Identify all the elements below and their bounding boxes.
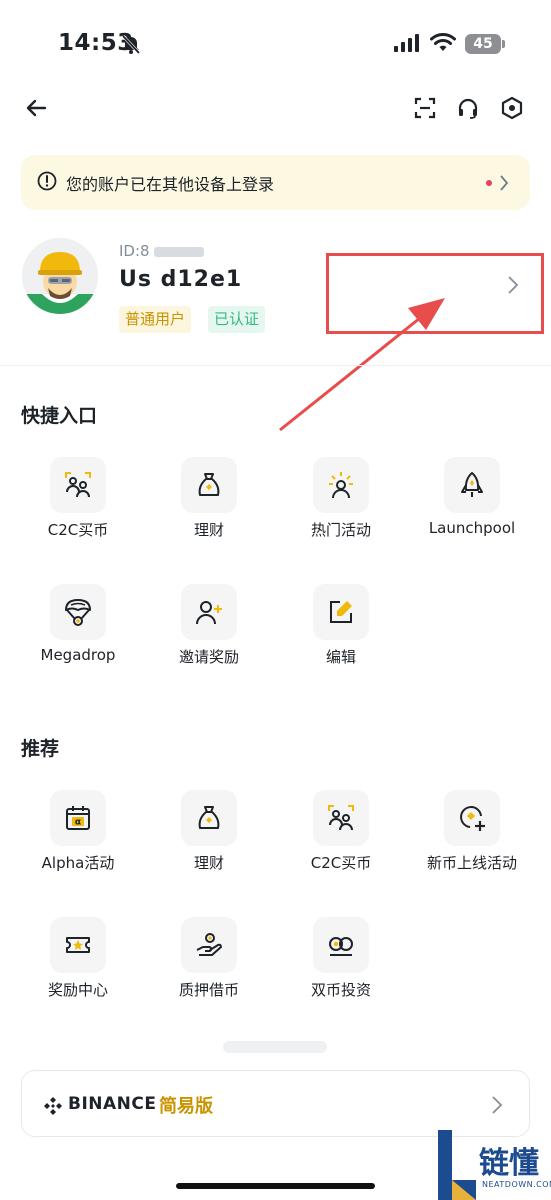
icon-container [313, 917, 369, 973]
bell-muted-icon [121, 34, 141, 55]
icon-container [181, 457, 237, 513]
item-label: 质押借币 [178, 981, 239, 999]
top-nav [0, 88, 551, 128]
parachute-icon [65, 599, 91, 626]
recommend-item-c2c[interactable]: C2C买币 [275, 790, 407, 900]
quick-access-title: 快捷入口 [21, 405, 98, 427]
money-bag-icon [198, 806, 220, 829]
simple-mode-card[interactable]: BINANCE 简易版 [21, 1070, 530, 1137]
scan-button[interactable] [407, 88, 443, 128]
rocket-icon [461, 472, 483, 497]
unread-dot [486, 180, 492, 186]
user-id-redacted [153, 246, 204, 257]
add-user-icon [196, 601, 222, 625]
quick-item-hot-activity[interactable]: 热门活动 [275, 457, 407, 567]
icon-container [50, 917, 106, 973]
headset-icon [458, 98, 478, 119]
username: Us d12e1 [119, 267, 243, 292]
item-label: 奖励中心 [47, 981, 108, 999]
status-bar: 14:53 45 [0, 0, 551, 90]
icon-container [181, 917, 237, 973]
watermark-text: 链懂 [479, 1146, 539, 1181]
avatar [22, 238, 98, 314]
quick-item-earn[interactable]: 理财 [143, 457, 275, 567]
settings-button[interactable] [494, 88, 530, 128]
dual-coin-icon [329, 937, 353, 956]
c2c-people-icon [328, 805, 354, 831]
quick-item-megadrop[interactable]: Megadrop [12, 584, 144, 694]
recommend-item-new-listing[interactable]: 新币上线活动 [406, 790, 538, 900]
simple-mode-label: 简易版 [159, 1096, 213, 1117]
item-label: C2C买币 [310, 854, 372, 872]
icon-container [313, 790, 369, 846]
support-button[interactable] [450, 88, 486, 128]
cellular-signal-icon [394, 34, 419, 52]
icon-container: α [50, 790, 106, 846]
quick-item-c2c[interactable]: C2C买币 [12, 457, 144, 567]
login-notice-banner[interactable]: 您的账户已在其他设备上登录 [21, 155, 530, 210]
user-id: ID:8 [119, 242, 204, 260]
recommend-item-loans[interactable]: 质押借币 [143, 917, 275, 1027]
item-label: Launchpool [428, 519, 516, 537]
icon-container [313, 584, 369, 640]
quick-item-launchpool[interactable]: Launchpool [406, 457, 538, 567]
battery-indicator: 45 [465, 34, 501, 54]
hot-activity-icon [329, 472, 353, 499]
icon-container [181, 790, 237, 846]
item-label: 编辑 [325, 648, 356, 666]
c2c-people-icon [65, 472, 91, 498]
new-coin-icon [460, 806, 485, 831]
section-divider [0, 365, 551, 366]
ticket-star-icon [66, 937, 90, 953]
user-level-badge: 普通用户 [119, 306, 192, 333]
money-bag-icon [198, 473, 220, 496]
item-label: 理财 [193, 854, 224, 872]
brand-name: BINANCE [68, 1094, 157, 1114]
watermark-subtext: NEATDOWN.COM [482, 1180, 551, 1189]
chevron-right-icon [500, 175, 509, 191]
icon-container [444, 790, 500, 846]
recommend-item-dual-investment[interactable]: 双币投资 [275, 917, 407, 1027]
recommend-item-alpha[interactable]: α Alpha活动 [12, 790, 144, 900]
wifi-icon [430, 33, 456, 51]
alert-circle-icon [37, 171, 57, 191]
recommend-item-rewards[interactable]: 奖励中心 [12, 917, 144, 1027]
user-id-text: ID:8 [119, 242, 150, 260]
item-label: 热门活动 [310, 521, 371, 539]
quick-item-edit[interactable]: 编辑 [275, 584, 407, 694]
hexagon-settings-icon [501, 96, 523, 120]
scan-icon [414, 97, 436, 119]
icon-container [444, 457, 500, 513]
item-label: Megadrop [40, 646, 116, 664]
item-label: 理财 [193, 521, 224, 539]
item-label: C2C买币 [47, 521, 109, 539]
icon-container [50, 457, 106, 513]
home-indicator[interactable] [176, 1183, 375, 1189]
item-label: 新币上线活动 [426, 854, 517, 872]
binance-logo-icon [44, 1097, 62, 1115]
annotation-arrow-icon [279, 298, 445, 432]
edit-icon [330, 601, 352, 623]
battery-tip [502, 40, 505, 48]
icon-container [313, 457, 369, 513]
recommend-title: 推荐 [21, 738, 60, 760]
watermark-logo-icon [438, 1130, 476, 1200]
scroll-indicator [223, 1041, 327, 1053]
verified-badge: 已认证 [208, 306, 266, 333]
item-label: 邀请奖励 [178, 648, 239, 666]
svg-text:α: α [75, 818, 81, 828]
back-button[interactable] [18, 88, 54, 128]
notice-text: 您的账户已在其他设备上登录 [66, 175, 275, 194]
recommend-item-earn[interactable]: 理财 [143, 790, 275, 900]
watermark: 链懂 NEATDOWN.COM [432, 1130, 551, 1200]
arrow-left-icon [26, 99, 47, 117]
calendar-alpha-icon: α [66, 806, 90, 830]
icon-container [181, 584, 237, 640]
quick-item-referral[interactable]: 邀请奖励 [143, 584, 275, 694]
item-label: 双币投资 [310, 981, 371, 999]
hand-coin-icon [196, 933, 222, 956]
item-label: Alpha活动 [41, 854, 115, 872]
icon-container [50, 584, 106, 640]
chevron-right-icon [492, 1096, 503, 1114]
